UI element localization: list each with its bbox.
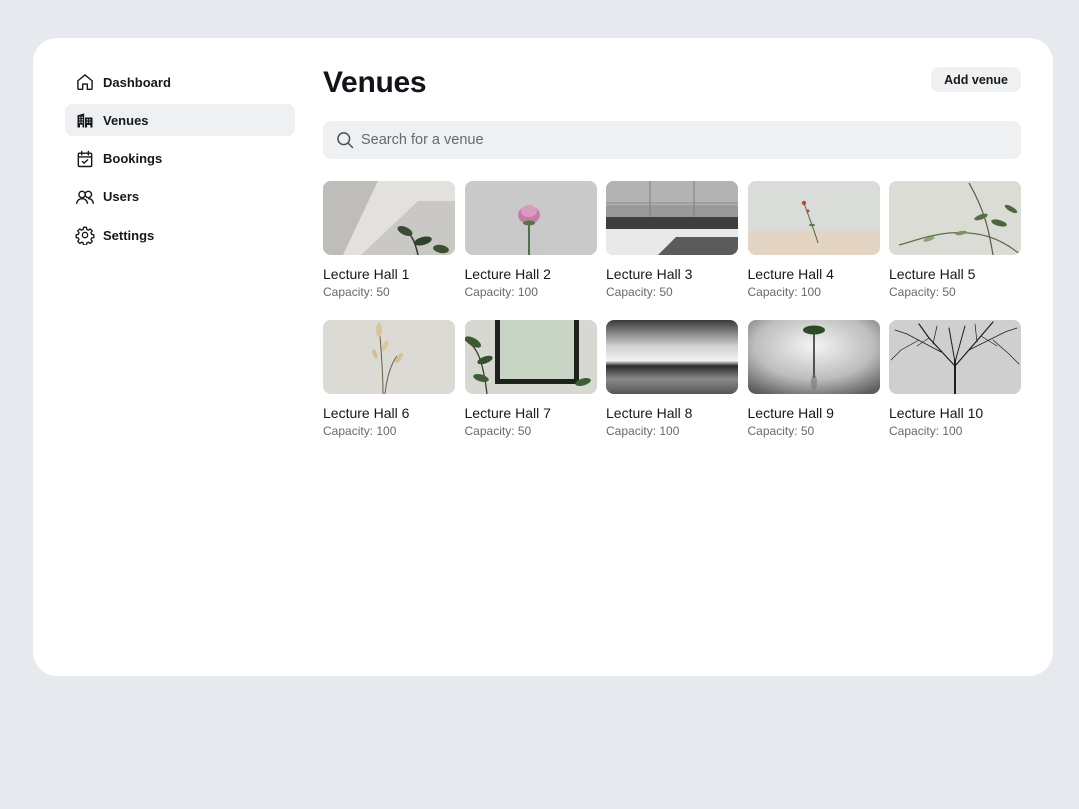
venue-image xyxy=(464,320,597,394)
venue-card[interactable]: Lecture Hall 10 Capacity: 100 xyxy=(889,320,1021,438)
venue-image xyxy=(889,181,1021,255)
venue-card[interactable]: Lecture Hall 8 Capacity: 100 xyxy=(606,320,738,438)
venue-name: Lecture Hall 3 xyxy=(606,266,693,282)
search-icon xyxy=(337,132,354,149)
sidebar-item-label: Venues xyxy=(103,112,149,128)
add-venue-button[interactable]: Add venue xyxy=(931,67,1021,92)
venue-name: Lecture Hall 7 xyxy=(464,405,551,421)
venue-image xyxy=(606,181,738,255)
venue-card[interactable]: Lecture Hall 9 Capacity: 50 xyxy=(747,320,880,438)
sidebar-item-label: Bookings xyxy=(103,151,163,167)
venue-name: Lecture Hall 10 xyxy=(889,405,984,421)
venue-name: Lecture Hall 6 xyxy=(323,405,410,421)
venue-card[interactable]: Lecture Hall 3 Capacity: 50 xyxy=(606,181,738,299)
venue-card[interactable]: Lecture Hall 6 Capacity: 100 xyxy=(323,320,455,438)
venue-capacity: Capacity: 50 xyxy=(323,285,390,299)
venue-card[interactable]: Lecture Hall 4 Capacity: 100 xyxy=(747,181,880,299)
venue-image xyxy=(889,320,1021,394)
venue-capacity: Capacity: 100 xyxy=(747,285,821,299)
venue-capacity: Capacity: 50 xyxy=(747,424,815,438)
calendar-check-icon xyxy=(75,149,95,169)
venue-capacity: Capacity: 100 xyxy=(323,424,397,438)
sidebar-item-settings[interactable]: Settings xyxy=(65,219,295,251)
search-bar[interactable] xyxy=(323,121,1021,159)
gear-icon xyxy=(75,225,95,246)
venue-card[interactable]: Lecture Hall 7 Capacity: 50 xyxy=(464,320,597,438)
venue-card[interactable]: Lecture Hall 2 Capacity: 100 xyxy=(464,181,597,299)
venue-capacity: Capacity: 50 xyxy=(889,285,956,299)
sidebar-item-label: Dashboard xyxy=(103,74,171,90)
venue-name: Lecture Hall 2 xyxy=(464,266,551,282)
sidebar-item-bookings[interactable]: Bookings xyxy=(65,143,295,175)
venue-capacity: Capacity: 50 xyxy=(606,285,673,299)
venue-capacity: Capacity: 100 xyxy=(889,424,963,438)
venue-capacity: Capacity: 100 xyxy=(606,424,680,438)
venue-capacity: Capacity: 100 xyxy=(464,285,538,299)
users-icon xyxy=(75,187,95,207)
venue-image xyxy=(323,320,455,394)
venue-image xyxy=(464,181,597,255)
venue-card[interactable]: Lecture Hall 5 Capacity: 50 xyxy=(889,181,1021,299)
venue-card[interactable]: Lecture Hall 1 Capacity: 50 xyxy=(323,181,455,299)
venue-grid: Lecture Hall 1 Capacity: 50 Lecture Hall… xyxy=(323,181,1021,438)
venue-image xyxy=(606,320,738,394)
search-input[interactable] xyxy=(361,132,1001,148)
page-title: Venues xyxy=(323,66,427,99)
sidebar-item-venues[interactable]: Venues xyxy=(65,104,295,137)
sidebar-item-label: Settings xyxy=(103,227,155,243)
venue-image xyxy=(323,181,455,255)
venue-name: Lecture Hall 1 xyxy=(323,266,410,282)
app-card: Dashboard Venues Bookings Users Settings xyxy=(33,38,1053,676)
home-icon xyxy=(75,72,95,92)
sidebar-item-label: Users xyxy=(103,189,140,205)
venue-name: Lecture Hall 4 xyxy=(747,266,834,282)
building-icon xyxy=(75,110,95,130)
venue-name: Lecture Hall 9 xyxy=(747,405,834,421)
venue-image xyxy=(747,181,880,255)
sidebar: Dashboard Venues Bookings Users Settings xyxy=(65,66,295,257)
sidebar-item-dashboard[interactable]: Dashboard xyxy=(65,66,295,98)
venue-capacity: Capacity: 50 xyxy=(464,424,532,438)
venue-name: Lecture Hall 8 xyxy=(606,405,693,421)
sidebar-item-users[interactable]: Users xyxy=(65,181,295,213)
venue-name: Lecture Hall 5 xyxy=(889,266,976,282)
venue-image xyxy=(747,320,880,394)
